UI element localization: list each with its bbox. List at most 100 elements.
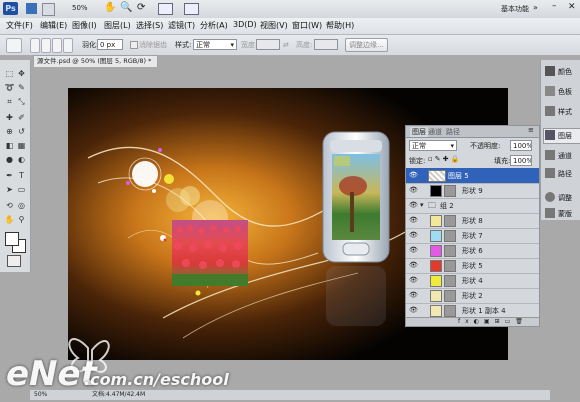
menu-view[interactable]: 视图(V) xyxy=(260,20,288,31)
visibility-eye-icon[interactable]: 👁 xyxy=(409,261,418,269)
quick-select-tool-icon[interactable]: ✎ xyxy=(16,82,27,93)
visibility-eye-icon[interactable]: 👁 xyxy=(409,216,418,224)
layers-footer-icons[interactable]: fx◐▣⊞▭🗑 xyxy=(406,317,539,326)
foreground-color-swatch[interactable] xyxy=(5,232,19,246)
layer-row[interactable]: 👁 形状 9 xyxy=(406,183,539,199)
zoom-level[interactable]: 50% xyxy=(72,4,88,12)
zoom-tool-icon[interactable]: ⚲ xyxy=(16,214,27,225)
dodge-tool-icon[interactable]: ◐ xyxy=(16,154,27,165)
tab-paths[interactable]: 路径 xyxy=(446,127,460,137)
marquee-preset-icon[interactable] xyxy=(6,38,22,53)
menu-edit[interactable]: 编辑(E) xyxy=(40,20,67,31)
adjustments-icon[interactable] xyxy=(545,192,555,202)
document-tab[interactable]: 源文件.psd @ 50% (图层 5, RGB/8) * xyxy=(33,55,158,67)
clone-tool-icon[interactable]: ⊕ xyxy=(4,126,15,137)
refine-edge-button[interactable]: 调整边缘... xyxy=(345,38,388,52)
antialias-checkbox[interactable] xyxy=(130,41,138,49)
screen-mode-icon[interactable] xyxy=(184,3,199,15)
visibility-eye-icon[interactable]: 👁 xyxy=(409,231,418,239)
menu-image[interactable]: 图像(I) xyxy=(72,20,97,31)
history-brush-icon[interactable]: ↺ xyxy=(16,126,27,137)
masks-icon[interactable] xyxy=(545,208,555,218)
lasso-tool-icon[interactable]: ➰ xyxy=(4,82,15,93)
swatches-icon[interactable] xyxy=(545,86,555,96)
layer-row[interactable]: 👁 形状 5 xyxy=(406,258,539,274)
layer-row-selected[interactable]: 👁 图层 5 xyxy=(406,168,539,184)
dock-layers[interactable]: 图层 xyxy=(558,131,572,141)
menu-select[interactable]: 选择(S) xyxy=(136,20,163,31)
layer-row[interactable]: 👁 形状 2 xyxy=(406,288,539,304)
channels-icon[interactable] xyxy=(545,150,555,160)
eyedropper-tool-icon[interactable]: ⤡ xyxy=(16,96,27,107)
intersect-selection-icon[interactable] xyxy=(63,38,73,53)
lock-icons[interactable]: ▫✎✚🔒 xyxy=(428,155,461,163)
width-input[interactable] xyxy=(256,39,280,50)
feather-input[interactable]: 0 px xyxy=(97,39,123,50)
menu-filter[interactable]: 滤镜(T) xyxy=(168,20,195,31)
crop-tool-icon[interactable]: ⌗ xyxy=(4,96,15,107)
subtract-selection-icon[interactable] xyxy=(52,38,62,53)
workspace-switcher[interactable]: 基本功能 xyxy=(501,4,529,14)
tab-channels[interactable]: 通道 xyxy=(428,127,442,137)
layer-row[interactable]: 👁 形状 8 xyxy=(406,213,539,229)
healing-tool-icon[interactable]: ✚ xyxy=(4,112,15,123)
layer-group-row[interactable]: 👁 ▾ 🗀 组 2 xyxy=(406,198,539,214)
style-select[interactable]: 正常 ▾ xyxy=(193,39,237,50)
panel-menu-icon[interactable]: ≡ xyxy=(528,126,534,134)
dock-swatches[interactable]: 色板 xyxy=(558,87,572,97)
visibility-eye-icon[interactable]: 👁 xyxy=(409,186,418,194)
arrange-icon[interactable] xyxy=(158,3,173,15)
move-tool-icon[interactable]: ✥ xyxy=(16,68,27,79)
layer-row[interactable]: 👁 形状 7 xyxy=(406,228,539,244)
minibridge-icon[interactable] xyxy=(42,3,55,16)
visibility-eye-icon[interactable]: 👁 xyxy=(409,171,418,179)
visibility-eye-icon[interactable]: 👁 xyxy=(409,246,418,254)
minimize-icon[interactable]: – xyxy=(552,1,557,11)
menu-help[interactable]: 帮助(H) xyxy=(326,20,354,31)
opacity-input[interactable]: 100% xyxy=(510,140,532,151)
close-icon[interactable]: ✕ xyxy=(568,2,576,12)
zoom-icon[interactable]: 🔍 xyxy=(120,2,132,13)
path-select-icon[interactable]: ➤ xyxy=(4,184,15,195)
styles-icon[interactable] xyxy=(545,106,555,116)
blend-mode-select[interactable]: 正常 ▾ xyxy=(409,140,457,151)
add-selection-icon[interactable] xyxy=(41,38,51,53)
dock-paths[interactable]: 路径 xyxy=(558,169,572,179)
marquee-tool-icon[interactable]: ⬚ xyxy=(4,68,15,79)
menu-analysis[interactable]: 分析(A) xyxy=(200,20,228,31)
3d-rotate-icon[interactable]: ⟲ xyxy=(4,200,15,211)
shape-tool-icon[interactable]: ▭ xyxy=(16,184,27,195)
brush-tool-icon[interactable]: ✐ xyxy=(16,112,27,123)
dock-color[interactable]: 颜色 xyxy=(558,67,572,77)
dock-adjustments[interactable]: 调整 xyxy=(558,193,572,203)
swap-icon[interactable]: ⇄ xyxy=(283,41,289,49)
hand-icon[interactable]: ✋ xyxy=(104,2,116,13)
menu-layer[interactable]: 图层(L) xyxy=(104,20,131,31)
tab-layers[interactable]: 图层 xyxy=(410,127,428,137)
menu-window[interactable]: 窗口(W) xyxy=(292,20,322,31)
dock-masks[interactable]: 蒙版 xyxy=(558,209,572,219)
expand-arrow-icon[interactable]: ▾ xyxy=(420,201,424,209)
height-input[interactable] xyxy=(314,39,338,50)
hand-tool-icon[interactable]: ✋ xyxy=(4,214,15,225)
layer-row[interactable]: 👁 形状 6 xyxy=(406,243,539,259)
bridge-icon[interactable] xyxy=(26,3,37,14)
gradient-tool-icon[interactable]: ▦ xyxy=(16,140,27,151)
visibility-eye-icon[interactable]: 👁 xyxy=(409,306,418,314)
visibility-eye-icon[interactable]: 👁 xyxy=(409,276,418,284)
pen-tool-icon[interactable]: ✒ xyxy=(4,170,15,181)
new-selection-icon[interactable] xyxy=(30,38,40,53)
dock-channels[interactable]: 通道 xyxy=(558,151,572,161)
workspace-chevron-icon[interactable]: » xyxy=(533,3,538,12)
paths-icon[interactable] xyxy=(545,168,555,178)
color-icon[interactable] xyxy=(545,66,555,76)
visibility-eye-icon[interactable]: 👁 xyxy=(409,201,418,209)
layer-row[interactable]: 👁 形状 4 xyxy=(406,273,539,289)
eraser-tool-icon[interactable]: ◧ xyxy=(4,140,15,151)
3d-orbit-icon[interactable]: ◎ xyxy=(16,200,27,211)
visibility-eye-icon[interactable]: 👁 xyxy=(409,291,418,299)
quick-mask-icon[interactable] xyxy=(7,255,21,267)
type-tool-icon[interactable]: T xyxy=(16,170,27,181)
fill-input[interactable]: 100% xyxy=(510,155,532,166)
blur-tool-icon[interactable]: ● xyxy=(4,154,15,165)
